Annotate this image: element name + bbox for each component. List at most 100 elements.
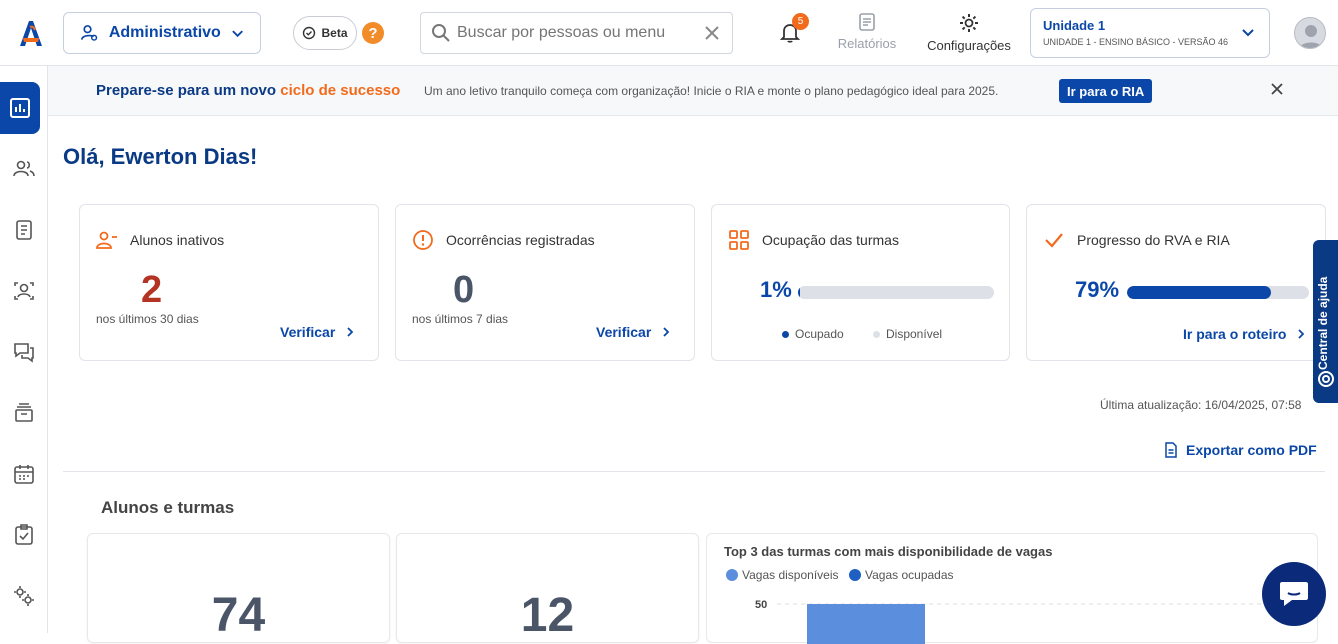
- legend-occupied-label: Vagas ocupadas: [865, 568, 954, 582]
- chevron-down-icon: [232, 30, 243, 38]
- legend-available: Disponível: [873, 327, 942, 341]
- top-bar: Administrativo Beta ? 5 Relatórios: [0, 0, 1338, 66]
- sidebar-item-people[interactable]: [0, 143, 48, 195]
- section-title: Alunos e turmas: [101, 498, 235, 517]
- occupancy-bar: [798, 286, 994, 299]
- last-update: Última atualização: 16/04/2025, 07:58: [1100, 398, 1302, 412]
- chevron-down-icon: [1242, 29, 1254, 37]
- occurrences-count: 0: [453, 269, 475, 311]
- classes-total-card: 12: [396, 533, 699, 643]
- beta-toggle[interactable]: Beta: [293, 16, 357, 50]
- export-label: Exportar como PDF: [1186, 442, 1317, 458]
- search-box[interactable]: [420, 12, 733, 54]
- legend-occupied-swatch[interactable]: [849, 569, 861, 581]
- user-focus-icon: [14, 282, 34, 300]
- legend-label: Ocupado: [795, 327, 844, 341]
- chart-bar[interactable]: [807, 604, 925, 644]
- progress-percent: 79%: [1075, 277, 1120, 302]
- chevron-right-icon: [1298, 329, 1305, 339]
- sidebar-item-messages[interactable]: [0, 326, 48, 378]
- card-title: Ocupação das turmas: [762, 232, 899, 248]
- chat-bubble-icon: [1280, 582, 1308, 606]
- user-settings-icon: [81, 25, 98, 41]
- unit-subtitle: UNIDADE 1 - ENSINO BÁSICO - VERSÃO 46: [1043, 37, 1229, 47]
- roadmap-link[interactable]: Ir para o roteiro: [1183, 326, 1306, 342]
- legend-available-swatch[interactable]: [726, 569, 738, 581]
- sidebar-item-records[interactable]: [0, 204, 48, 256]
- legend-occupied: Ocupado: [782, 327, 844, 341]
- calendar-icon: [14, 465, 34, 484]
- unit-title: Unidade 1: [1043, 18, 1106, 33]
- legend-dot: [782, 330, 789, 338]
- alert-circle-icon: [413, 230, 433, 250]
- dashboard-chart-icon: [10, 98, 30, 118]
- clear-search-icon[interactable]: [702, 23, 722, 43]
- settings-button[interactable]: Configurações: [926, 12, 1012, 53]
- progress-bar: [1127, 286, 1309, 299]
- classes-total: 12: [520, 589, 575, 642]
- inactive-count: 2: [141, 269, 163, 311]
- help-center-tab[interactable]: Central de ajuda: [1313, 240, 1338, 403]
- beta-label: Beta: [321, 26, 348, 40]
- sidebar-item-archive[interactable]: [0, 387, 48, 439]
- sidebar-item-dashboard[interactable]: [0, 82, 40, 134]
- file-icon: [1165, 442, 1177, 458]
- students-total-card: 74: [87, 533, 390, 643]
- gears-icon: [14, 586, 34, 606]
- sidebar-item-settings[interactable]: [0, 570, 48, 622]
- legend-available-label: Vagas disponíveis: [742, 568, 839, 582]
- card-occurrences: Ocorrências registradas 0 nos últimos 7 …: [395, 204, 695, 361]
- card-title: Alunos inativos: [130, 232, 225, 248]
- avatar[interactable]: [1294, 17, 1326, 49]
- chat-button[interactable]: [1262, 562, 1326, 626]
- close-icon[interactable]: [1270, 82, 1284, 96]
- page-title: Olá, Ewerton Dias!: [63, 144, 258, 169]
- promo-banner: Prepare-se para um novo ciclo de sucesso…: [48, 66, 1338, 116]
- legend-dot: [873, 330, 880, 338]
- link-label: Ir para o roteiro: [1183, 326, 1287, 342]
- grid-icon: [729, 230, 749, 250]
- vacancy-chart-card: Top 3 das turmas com mais disponibilidad…: [706, 533, 1318, 644]
- role-selector[interactable]: Administrativo: [63, 12, 261, 54]
- help-center-label: Central de ajuda: [1316, 276, 1330, 370]
- settings-label: Configurações: [927, 38, 1011, 53]
- verify-inactive-link[interactable]: Verificar: [280, 324, 355, 340]
- students-total: 74: [211, 589, 266, 642]
- help-icon[interactable]: ?: [362, 22, 384, 44]
- card-subtitle: nos últimos 7 dias: [412, 312, 509, 326]
- vacancy-chart: Vagas disponíveis Vagas ocupadas 50: [726, 568, 1307, 644]
- search-icon: [432, 24, 450, 42]
- notebook-icon: [16, 220, 32, 240]
- card-title: Ocorrências registradas: [446, 232, 595, 248]
- lifebuoy-icon: [1318, 371, 1334, 387]
- check-badge-icon: [303, 26, 316, 40]
- sidebar: [0, 66, 48, 633]
- y-tick-label: 50: [755, 599, 767, 611]
- banner-cta-button[interactable]: Ir para o RIA: [1059, 79, 1153, 103]
- archive-icon: [15, 403, 33, 422]
- divider: [63, 471, 1325, 472]
- chat-icon: [14, 343, 34, 363]
- reports-label: Relatórios: [837, 36, 897, 51]
- banner-title-prefix: Prepare-se para um novo: [96, 82, 281, 99]
- card-inactive-students: Alunos inativos 2 nos últimos 30 dias Ve…: [79, 204, 379, 361]
- card-subtitle: nos últimos 30 dias: [96, 312, 199, 326]
- search-input[interactable]: [457, 24, 697, 42]
- banner-text: Um ano letivo tranquilo começa com organ…: [424, 84, 999, 98]
- reports-button[interactable]: Relatórios: [836, 12, 898, 51]
- export-pdf-button[interactable]: Exportar como PDF: [1164, 442, 1317, 458]
- role-label: Administrativo: [108, 24, 221, 41]
- verify-occurrences-link[interactable]: Verificar: [596, 324, 671, 340]
- occupancy-percent: 1%: [760, 277, 792, 302]
- unit-selector[interactable]: Unidade 1 UNIDADE 1 - ENSINO BÁSICO - VE…: [1030, 8, 1270, 58]
- card-class-occupancy: Ocupação das turmas 1% Ocupado Disponíve…: [711, 204, 1010, 361]
- sidebar-item-calendar[interactable]: [0, 448, 48, 500]
- sidebar-item-tasks[interactable]: [0, 508, 48, 560]
- app-logo[interactable]: [16, 18, 46, 48]
- notification-badge: 5: [792, 13, 809, 30]
- sidebar-item-student[interactable]: [0, 265, 48, 317]
- check-icon: [1045, 233, 1063, 248]
- user-avatar-icon: [1299, 25, 1323, 48]
- chevron-right-icon: [663, 327, 670, 337]
- help-glyph: ?: [368, 24, 378, 42]
